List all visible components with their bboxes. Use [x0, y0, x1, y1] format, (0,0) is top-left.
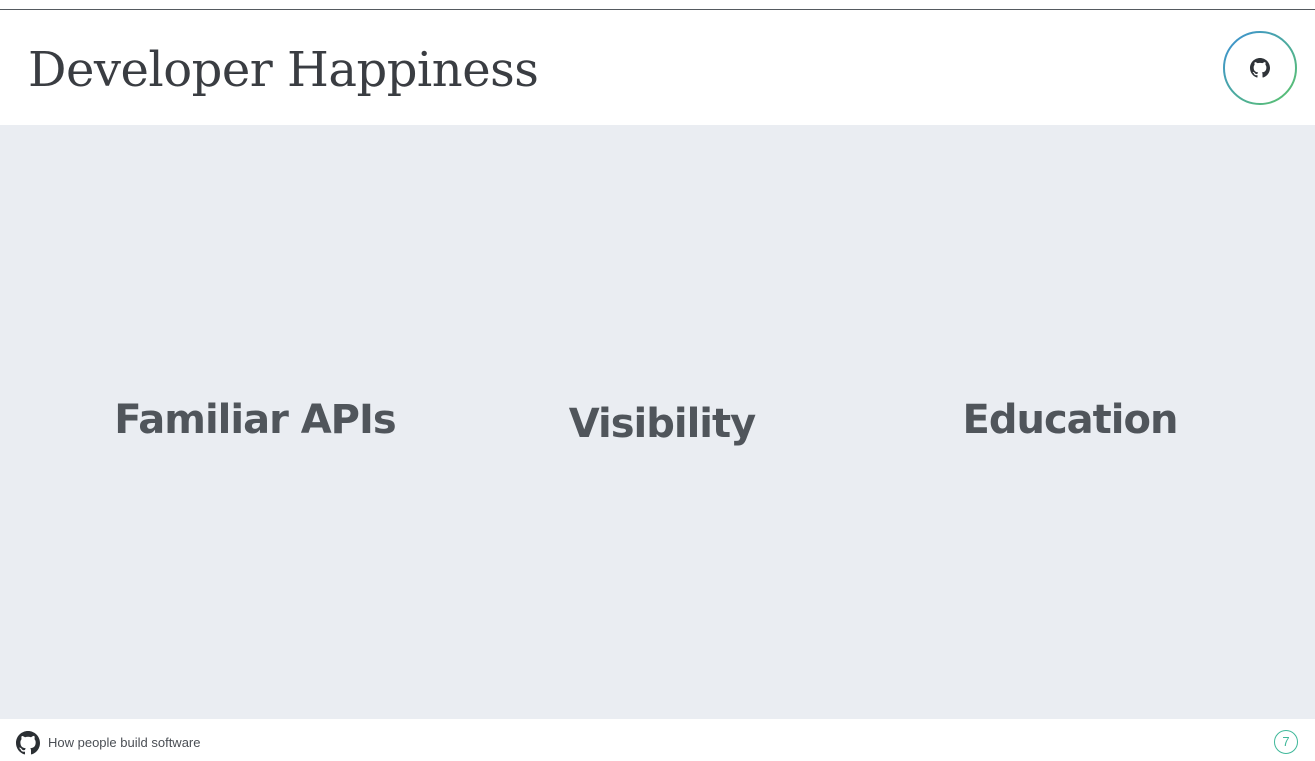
content-panel: Familiar APIs Visibility Education	[0, 125, 1315, 719]
presentation-slide: Developer Happiness Familiar APIs Visibi…	[0, 0, 1315, 761]
top-divider	[0, 9, 1315, 10]
pillar-education: Education	[962, 397, 1179, 443]
github-badge	[1222, 30, 1298, 106]
page-number: 7	[1274, 730, 1298, 754]
pillar-familiar-apis: Familiar APIs	[114, 397, 396, 443]
slide-title: Developer Happiness	[28, 42, 539, 98]
github-octocat-icon	[1223, 31, 1297, 105]
footer-tagline: How people build software	[48, 735, 201, 750]
slide-footer: How people build software 7	[0, 719, 1315, 761]
github-octocat-icon	[16, 731, 40, 755]
pillar-visibility: Visibility	[568, 401, 756, 447]
